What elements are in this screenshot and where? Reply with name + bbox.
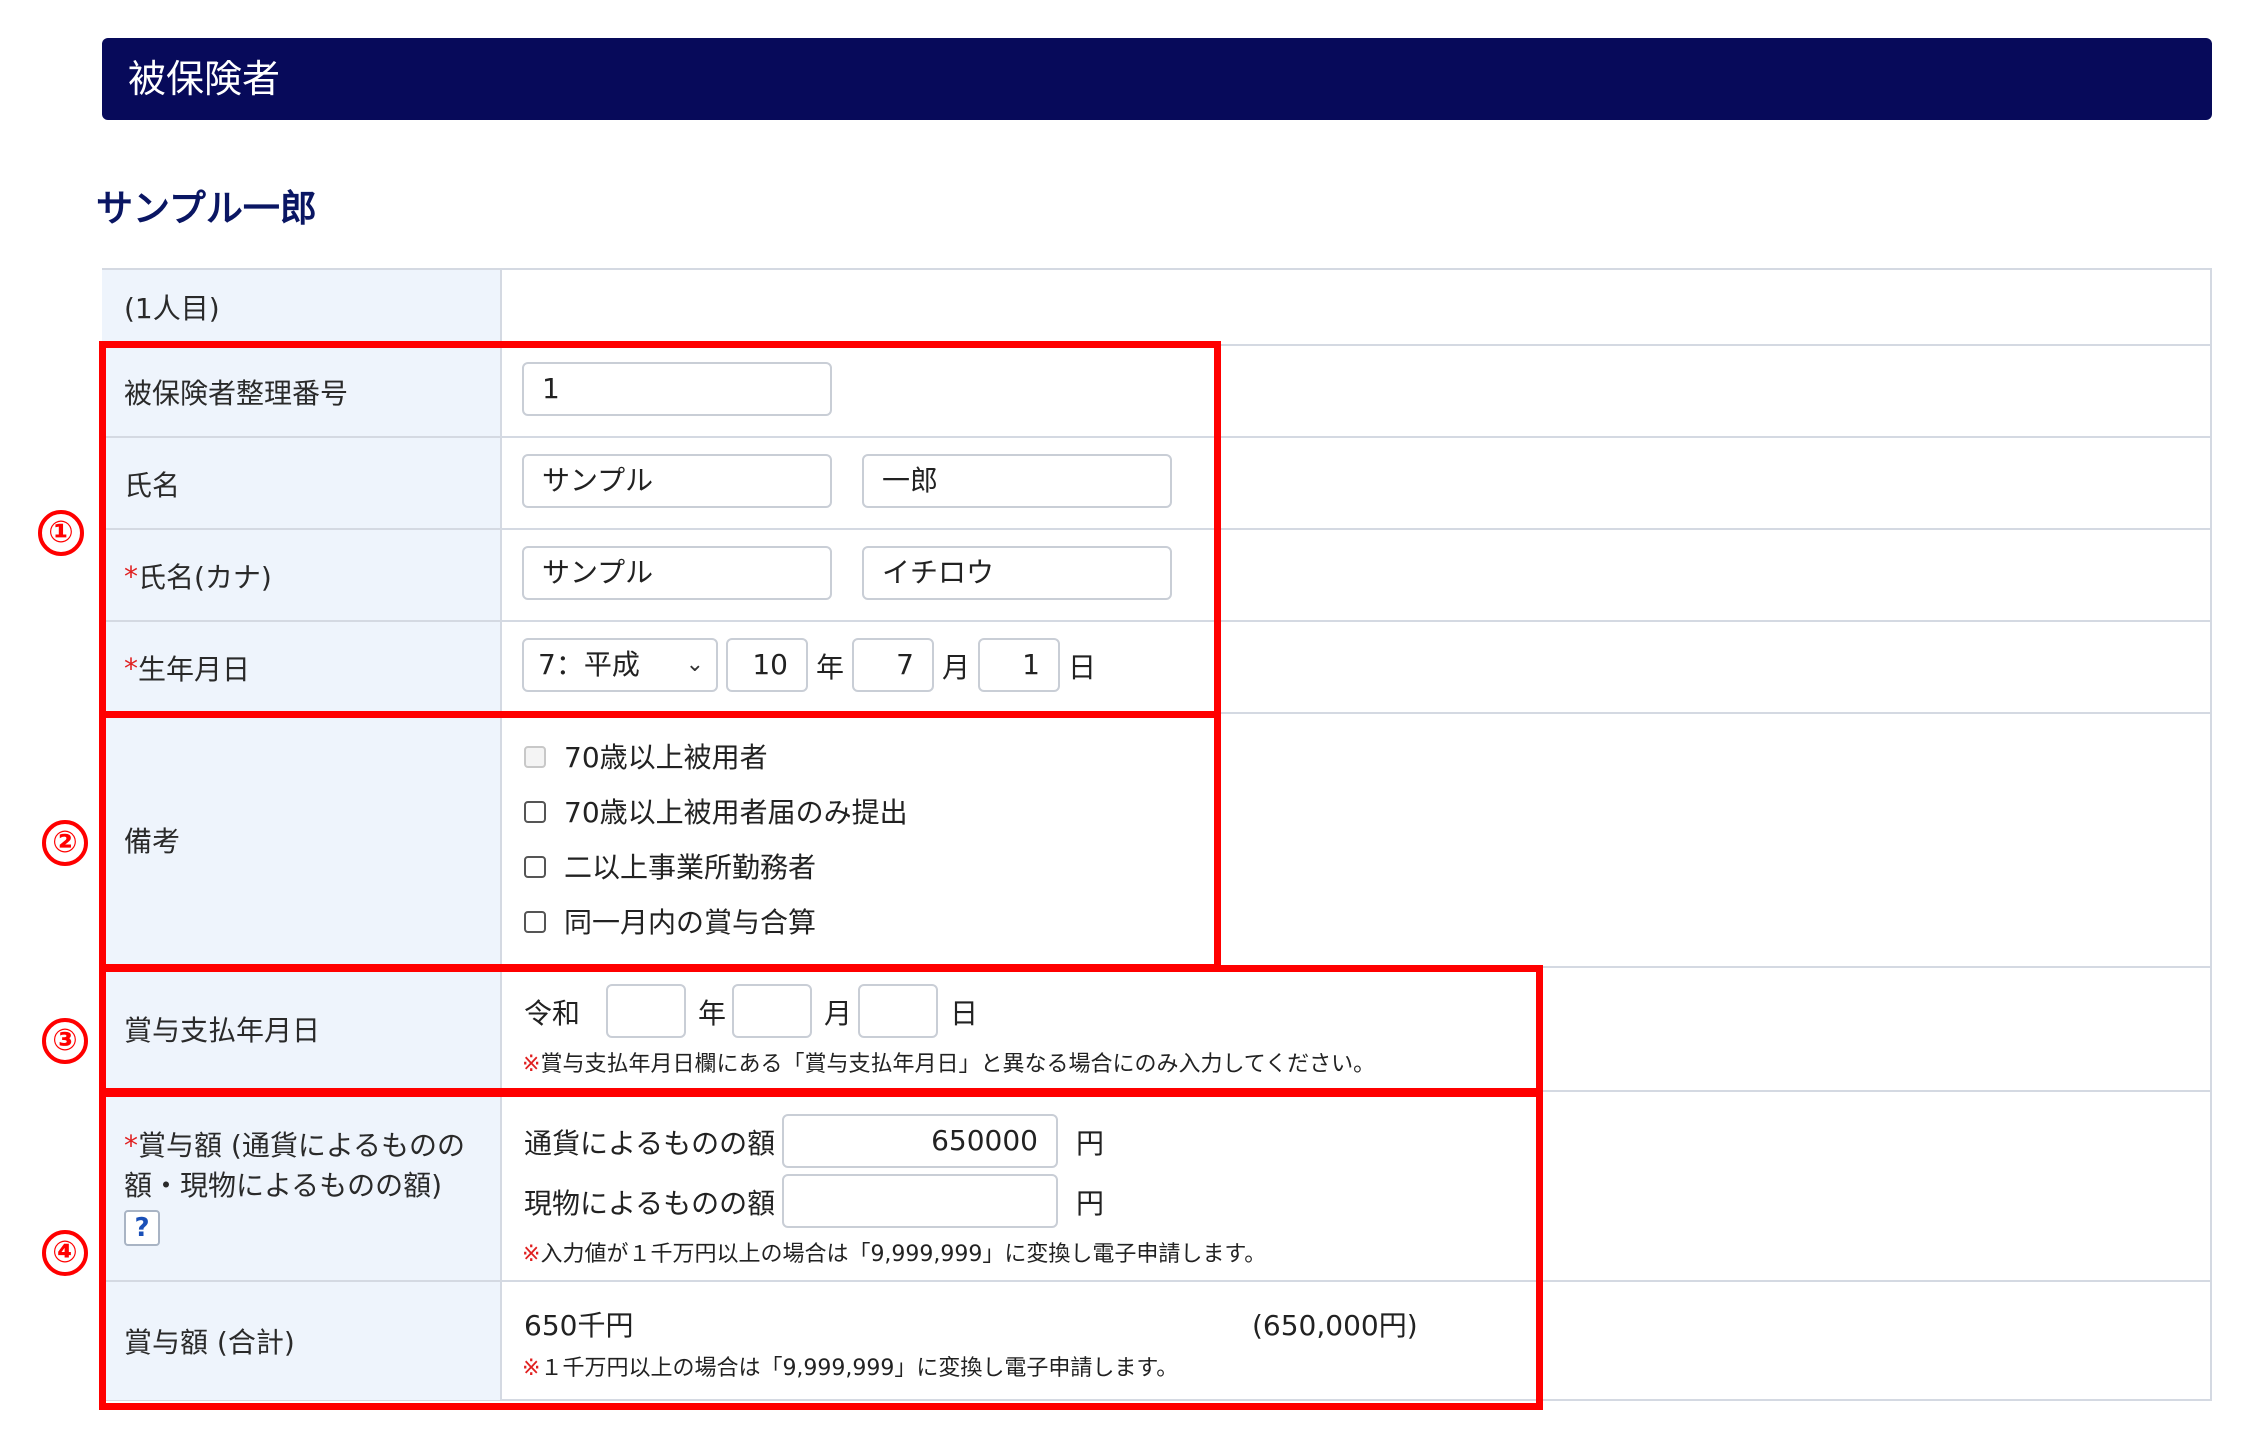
annotation-box-4 bbox=[99, 1090, 1543, 1410]
annotation-marker-3: ③ bbox=[42, 1018, 88, 1064]
insured-person-name: サンプル一郎 bbox=[96, 187, 317, 230]
index-label: (1人目) bbox=[102, 270, 502, 344]
section-header: 被保険者 bbox=[102, 38, 2212, 120]
annotation-marker-2: ② bbox=[42, 820, 88, 866]
annotation-marker-4: ④ bbox=[42, 1230, 88, 1276]
annotation-box-2 bbox=[99, 711, 1221, 971]
annotation-box-3 bbox=[99, 965, 1543, 1095]
row-index: (1人目) bbox=[102, 270, 2212, 344]
annotation-marker-1: ① bbox=[38, 510, 84, 556]
annotation-box-1 bbox=[99, 341, 1221, 718]
